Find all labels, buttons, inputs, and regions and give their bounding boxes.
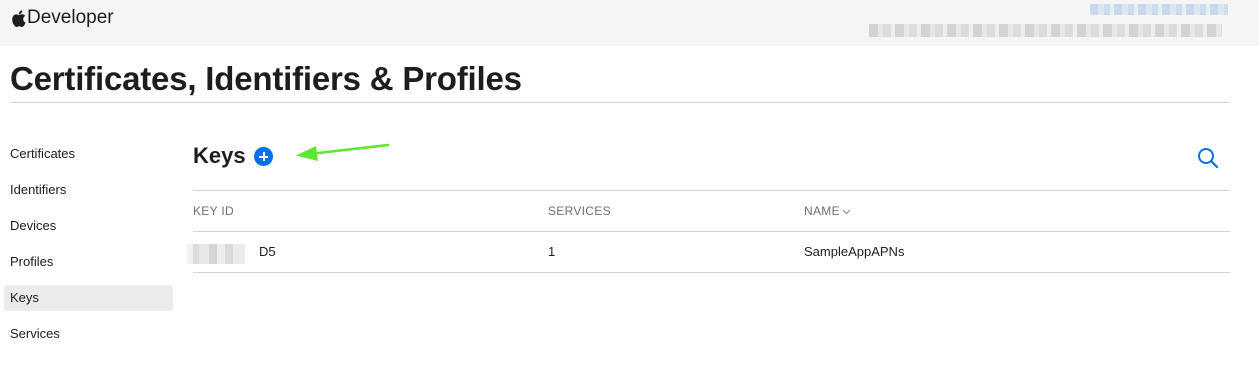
- sidebar-item-services[interactable]: Services: [4, 321, 173, 347]
- redacted-key-id: [187, 244, 245, 264]
- page-title: Certificates, Identifiers & Profiles: [10, 60, 522, 97]
- search-icon: [1198, 148, 1219, 169]
- sidebar-item-profiles[interactable]: Profiles: [4, 249, 173, 275]
- sidebar-item-keys[interactable]: Keys: [4, 285, 173, 311]
- name-cell: SampleAppAPNs: [804, 244, 905, 259]
- sidebar-item-identifiers[interactable]: Identifiers: [4, 177, 173, 203]
- column-header-name[interactable]: NAME: [804, 191, 851, 231]
- search-button[interactable]: [1196, 146, 1220, 170]
- apple-logo-icon: [12, 9, 26, 27]
- keys-table: KEY ID SERVICES NAME D5 1 SampleAppAPNs: [187, 190, 1230, 273]
- sidebar-item-certificates[interactable]: Certificates: [4, 141, 173, 167]
- green-arrow-icon: [296, 143, 390, 161]
- key-id-cell: D5: [259, 244, 276, 259]
- title-divider: [10, 102, 1230, 103]
- column-header-name-label: NAME: [804, 204, 840, 218]
- redacted-team-name: [869, 24, 1222, 37]
- chevron-down-icon: [842, 209, 851, 215]
- global-nav: Developer: [0, 0, 1259, 46]
- column-header-key-id[interactable]: KEY ID: [193, 191, 234, 231]
- sidebar-item-devices[interactable]: Devices: [4, 213, 173, 239]
- add-key-button[interactable]: [254, 147, 273, 166]
- brand-label: Developer: [27, 7, 114, 28]
- services-cell: 1: [548, 244, 556, 259]
- table-row[interactable]: D5 1 SampleAppAPNs: [187, 231, 1230, 273]
- developer-home-link[interactable]: Developer: [11, 7, 114, 29]
- table-header-row: KEY ID SERVICES NAME: [193, 190, 1230, 231]
- column-header-services[interactable]: SERVICES: [548, 191, 611, 231]
- section-title: Keys: [193, 143, 246, 168]
- sidebar: Certificates Identifiers Devices Profile…: [4, 141, 173, 357]
- redacted-account-name: [1090, 4, 1228, 15]
